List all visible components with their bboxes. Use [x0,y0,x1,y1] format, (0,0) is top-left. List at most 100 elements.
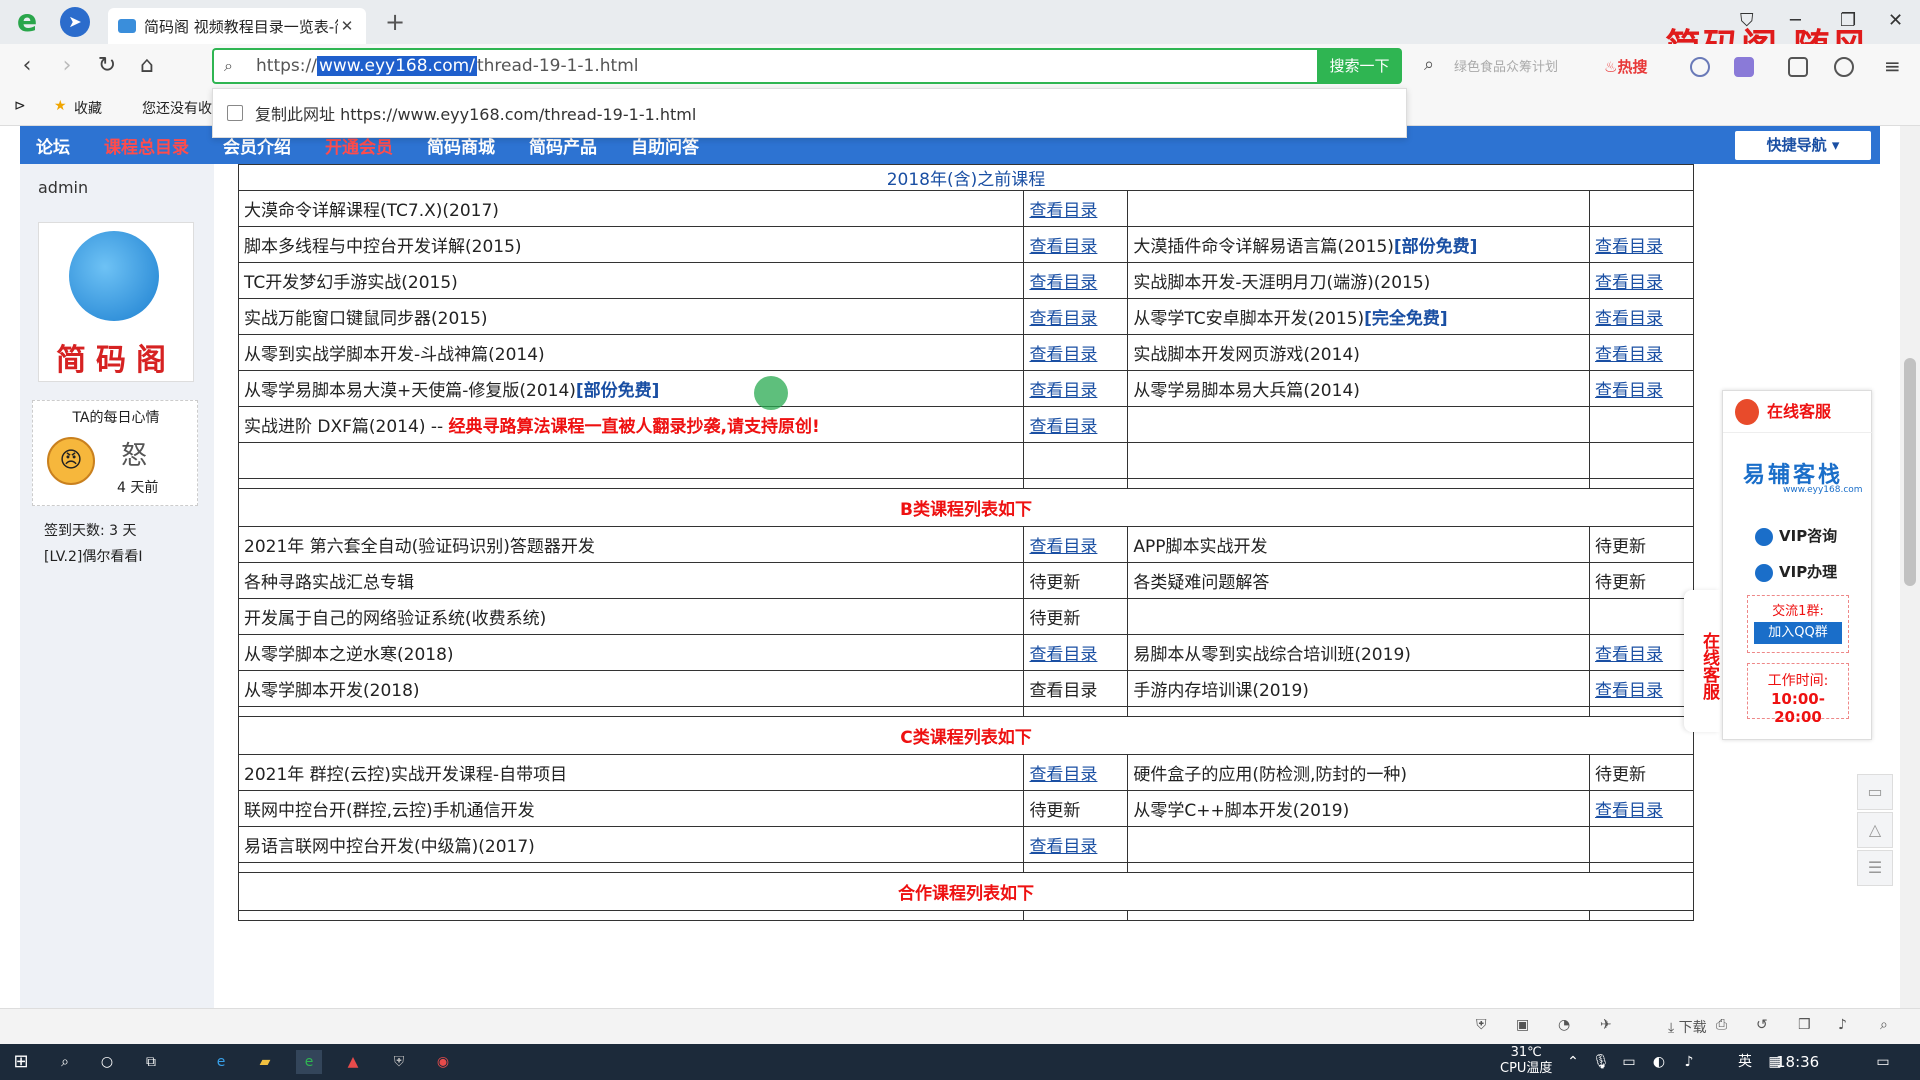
back-icon[interactable]: ‹ [14,53,40,79]
view-catalog-link[interactable]: 查看目录 [1595,237,1663,257]
url-suggestion-dropdown[interactable]: 复制此网址 https://www.eyy168.com/thread-19-1… [212,88,1407,138]
recorder-icon[interactable]: ◉ [430,1050,456,1074]
ime-indicator[interactable]: 英 [1732,1050,1758,1074]
shield-icon[interactable]: ⛨ [1476,1017,1487,1033]
favorites-item[interactable]: 您还没有收 [142,98,212,118]
send-icon[interactable]: ➤ [60,7,90,37]
view-catalog-link[interactable]: 查看目录 [1595,681,1663,701]
course-name: 硬件盒子的应用(防检测,防封的一种) [1127,754,1591,791]
search-go-button[interactable]: 搜索一下 [1317,48,1402,84]
refresh-icon[interactable]: ↻ [94,53,120,79]
favorites-label[interactable]: 收藏 [74,98,102,118]
vip-consult-link[interactable]: VIP咨询 [1755,525,1837,546]
file-explorer-icon[interactable]: ▰ [252,1050,278,1074]
view-catalog-link[interactable]: 查看目录 [1029,237,1097,257]
windows-start-icon[interactable]: ⊞ [8,1050,34,1074]
username[interactable]: admin [38,178,88,197]
extension-icon[interactable] [1734,57,1754,77]
course-name: 易脚本从零到实战综合培训班(2019) [1127,634,1591,671]
vip-handle-link[interactable]: VIP办理 [1755,561,1837,582]
menu-icon[interactable]: ≡ [1884,54,1901,78]
view-catalog-link[interactable]: 查看目录 [1595,645,1663,665]
screenshot-icon[interactable]: ▣ [1516,1017,1529,1033]
view-catalog-link[interactable]: 查看目录 [1029,645,1097,665]
view-catalog-link[interactable]: 查看目录 [1029,273,1097,293]
url-prefix: https:// [256,56,317,76]
tab-title: 简码阁 视频教程目录一览表-简码阁 [144,17,338,36]
mouse-cursor-highlight [754,376,788,410]
nav-course-catalog[interactable]: 课程总目录 [104,133,189,158]
recycle-icon[interactable]: ↺ [1756,1017,1768,1033]
rocket-icon[interactable]: ✈ [1600,1017,1612,1033]
view-catalog-link[interactable]: 查看目录 [1029,309,1097,329]
section-title: 2018年(含)之前课程 [238,164,1694,191]
view-catalog-link[interactable]: 查看目录 [1029,345,1097,365]
table-row: 2021年 群控(云控)实战开发课程-自带项目 查看目录 硬件盒子的应用(防检测… [237,754,1694,791]
tray-chevron-icon[interactable]: ⌃ [1560,1050,1586,1074]
undo-icon[interactable] [1834,57,1854,77]
comment-icon[interactable]: ▭ [1857,774,1893,810]
volume-icon[interactable]: ♪ [1676,1050,1702,1074]
view-catalog-link[interactable]: 查看目录 [1595,345,1663,365]
view-catalog-link[interactable]: 查看目录 [1595,273,1663,293]
view-catalog-link[interactable]: 查看目录 [1595,381,1663,401]
page-scrollbar[interactable] [1900,126,1920,1008]
course-name: 脚本多线程与中控台开发详解(2015) [237,226,1025,263]
join-qq-button[interactable]: 加入QQ群 [1754,622,1842,644]
download-button[interactable]: ⤓ 下载 [1668,1017,1707,1037]
hot-search-link[interactable]: ♨热搜 [1604,56,1647,77]
network-icon[interactable]: ▭ [1616,1050,1642,1074]
copy-url-checkbox[interactable] [227,105,243,121]
forward-icon[interactable]: › [54,53,80,79]
tab-close-icon[interactable]: ✕ [338,17,356,35]
app2-icon[interactable]: ⛨ [386,1050,412,1074]
volume-icon[interactable]: ♪ [1838,1017,1847,1033]
back-to-top-icon[interactable]: △ [1857,812,1893,848]
clock[interactable]: 18:36 [1776,1053,1819,1071]
course-name: 各类疑难问题解答 [1127,562,1591,599]
view-catalog-link[interactable]: 查看目录 [1029,201,1097,221]
view-catalog-link[interactable]: 查看目录 [1595,801,1663,821]
sidebar-toggle-icon[interactable]: ⊳ [14,98,26,114]
speed-icon[interactable]: ◔ [1558,1017,1570,1033]
nav-forum[interactable]: 论坛 [36,133,70,158]
scrollbar-thumb[interactable] [1904,358,1916,586]
view-catalog-link[interactable]: 查看目录 [1595,309,1663,329]
notification-icon[interactable]: ▭ [1870,1050,1896,1074]
browser-taskbar-icon[interactable]: e [296,1050,322,1074]
quick-nav-button[interactable]: 快捷导航 ▾ [1735,131,1871,160]
edge-icon[interactable]: e [208,1050,234,1074]
browser-logo-icon[interactable]: e [12,7,42,37]
mic-icon[interactable]: 🎙 [1588,1050,1614,1074]
table-row: 联网中控台开(群控,云控)手机通信开发 待更新 从零学C++脚本开发(2019)… [237,790,1694,827]
course-name: 各种寻路实战汇总专辑 [237,562,1025,599]
table-row: 实战进阶 DXF篇(2014) -- 经典寻路算法课程一直被人翻录抄袭,请支持原… [237,406,1694,443]
home-icon[interactable]: ⌂ [134,53,160,79]
service-side-tab[interactable]: 在线客服 [1684,590,1720,732]
url-input[interactable]: ⌕ https://www.eyy168.com/thread-19-1-1.h… [212,48,1317,84]
view-catalog-link[interactable]: 查看目录 [1029,381,1097,401]
grid-icon[interactable] [1788,57,1808,77]
translate-icon[interactable] [1690,57,1710,77]
search-icon[interactable]: ⌕ [52,1050,78,1074]
zoom-icon[interactable]: ⌕ [1880,1017,1888,1033]
address-toolbar: ‹ › ↻ ⌂ ⌕ https://www.eyy168.com/thread-… [0,44,1920,88]
new-tab-icon[interactable]: + [382,8,408,36]
status-text: 待更新 [1023,790,1129,827]
section-title: 合作课程列表如下 [238,872,1694,911]
app-icon[interactable]: ▲ [340,1050,366,1074]
tray-app-icon[interactable]: ◐ [1646,1050,1672,1074]
list-icon[interactable]: ☰ [1857,850,1893,886]
print-icon[interactable]: ⎙ [1716,1017,1727,1033]
avatar[interactable]: 简码阁 [38,222,194,382]
section-title: B类课程列表如下 [238,488,1694,527]
cortana-icon[interactable]: ○ [94,1050,120,1074]
window-icon[interactable]: ❒ [1798,1017,1811,1033]
close-window-icon[interactable]: ✕ [1888,10,1903,31]
view-catalog-link[interactable]: 查看目录 [1029,837,1097,857]
browser-tab[interactable]: 简码阁 视频教程目录一览表-简码阁 ✕ [108,8,366,44]
view-catalog-link[interactable]: 查看目录 [1029,417,1097,437]
view-catalog-link[interactable]: 查看目录 [1029,537,1097,557]
task-view-icon[interactable]: ⧉ [138,1050,164,1074]
view-catalog-link[interactable]: 查看目录 [1029,765,1097,785]
